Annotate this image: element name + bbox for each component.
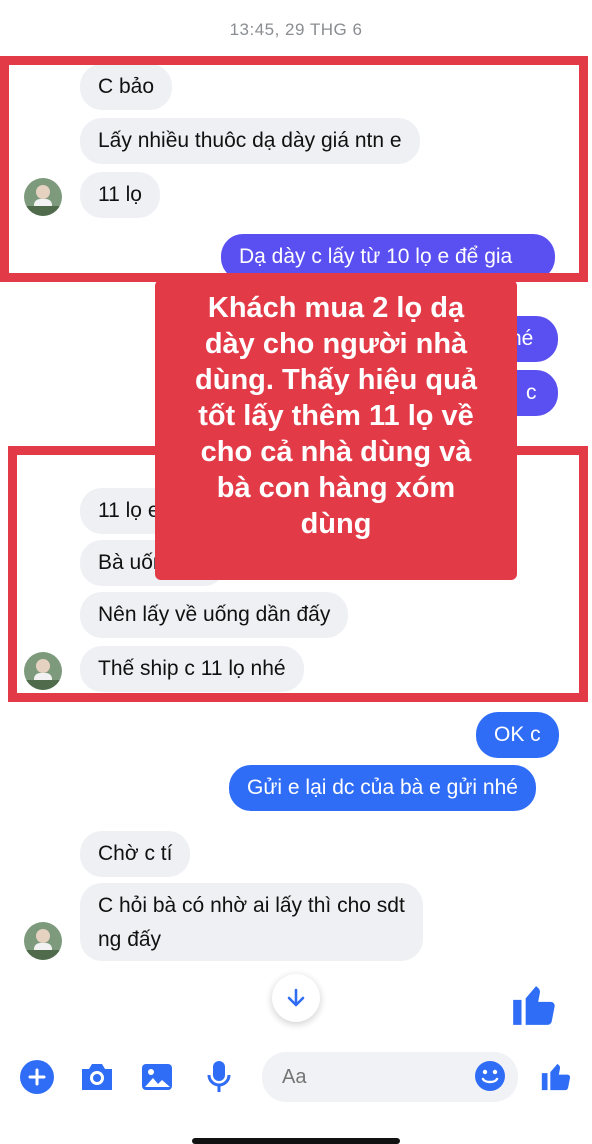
thumbs-up-icon — [541, 1063, 571, 1091]
highlight-frame — [0, 56, 588, 282]
callout-line: dày cho người nhà — [204, 328, 468, 360]
timestamp: 13:45, 29 THG 6 — [229, 20, 363, 39]
arrow-down-icon — [287, 988, 305, 1007]
callout-line: cho cả nhà dùng và — [200, 436, 472, 468]
callout-line: tốt lấy thêm 11 lọ về — [198, 400, 474, 432]
message-incoming[interactable]: Chờ c tí — [80, 831, 191, 877]
thumbs-up-sticker[interactable] — [508, 978, 560, 1030]
thumbs-up-icon — [513, 986, 555, 1025]
like-button[interactable] — [536, 1056, 576, 1096]
home-indicator — [192, 1138, 400, 1144]
callout-line: bà con hàng xóm — [216, 472, 456, 504]
gallery-button[interactable] — [138, 1058, 176, 1096]
microphone-icon — [207, 1061, 231, 1092]
image-icon — [142, 1064, 172, 1090]
message-outgoing[interactable]: Gửi e lại dc của bà e gửi nhé — [229, 765, 536, 811]
camera-icon — [82, 1064, 112, 1090]
voice-button[interactable] — [200, 1058, 238, 1096]
camera-button[interactable] — [78, 1058, 116, 1096]
message-line: ng đấy — [98, 928, 162, 951]
message-outgoing[interactable]: OK c — [476, 712, 559, 758]
plus-icon — [28, 1068, 46, 1086]
more-actions-button[interactable] — [20, 1060, 54, 1094]
emoji-button[interactable] — [472, 1058, 508, 1094]
avatar[interactable] — [24, 922, 62, 960]
message-input[interactable] — [262, 1052, 472, 1102]
scroll-to-bottom-button[interactable] — [272, 974, 320, 1022]
callout-line: dùng. Thấy hiệu quả — [195, 364, 477, 396]
avatar-photo — [24, 922, 62, 960]
callout-line: Khách mua 2 lọ dạ — [207, 292, 465, 324]
message-line: C hỏi bà có nhờ ai lấy thì cho sdt — [98, 894, 405, 917]
callout-line: dùng — [300, 508, 372, 540]
annotation-callout: Khách mua 2 lọ dạ dày cho người nhà dùng… — [155, 280, 517, 580]
message-incoming[interactable]: C hỏi bà có nhờ ai lấy thì cho sdt ng đấ… — [80, 883, 423, 961]
emoji-icon — [475, 1061, 505, 1091]
